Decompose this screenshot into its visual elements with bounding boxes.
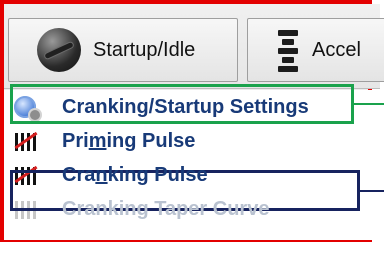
tree-item-label: Cranking Pulse xyxy=(62,163,208,186)
tree-item-cranking-pulse[interactable]: Cranking Pulse xyxy=(4,158,380,192)
pulse-icon xyxy=(14,198,36,220)
startup-icon xyxy=(37,28,81,72)
pulse-icon xyxy=(14,130,38,152)
settings-icon xyxy=(14,96,40,120)
startup-idle-tab-button[interactable]: Startup/Idle xyxy=(8,18,238,82)
navy-highlight-connector xyxy=(360,190,384,192)
settings-tree: Cranking/Startup Settings Priming Pulse … xyxy=(4,90,380,240)
green-highlight-connector xyxy=(354,103,384,105)
pulse-icon xyxy=(14,164,38,186)
toolbar: Startup/Idle Accel xyxy=(4,4,384,89)
tree-item-cranking-taper-curve: Cranking Taper Curve xyxy=(4,192,380,226)
tree-item-cranking-startup-settings[interactable]: Cranking/Startup Settings xyxy=(4,90,380,124)
accel-icon xyxy=(276,30,300,72)
startup-idle-label: Startup/Idle xyxy=(93,38,196,61)
accel-tab-button[interactable]: Accel xyxy=(247,18,384,82)
accel-label: Accel xyxy=(312,38,361,61)
tree-item-priming-pulse[interactable]: Priming Pulse xyxy=(4,124,380,158)
tree-item-label: Cranking/Startup Settings xyxy=(62,95,309,118)
tree-item-label: Cranking Taper Curve xyxy=(62,197,270,220)
tree-item-label: Priming Pulse xyxy=(62,129,196,152)
